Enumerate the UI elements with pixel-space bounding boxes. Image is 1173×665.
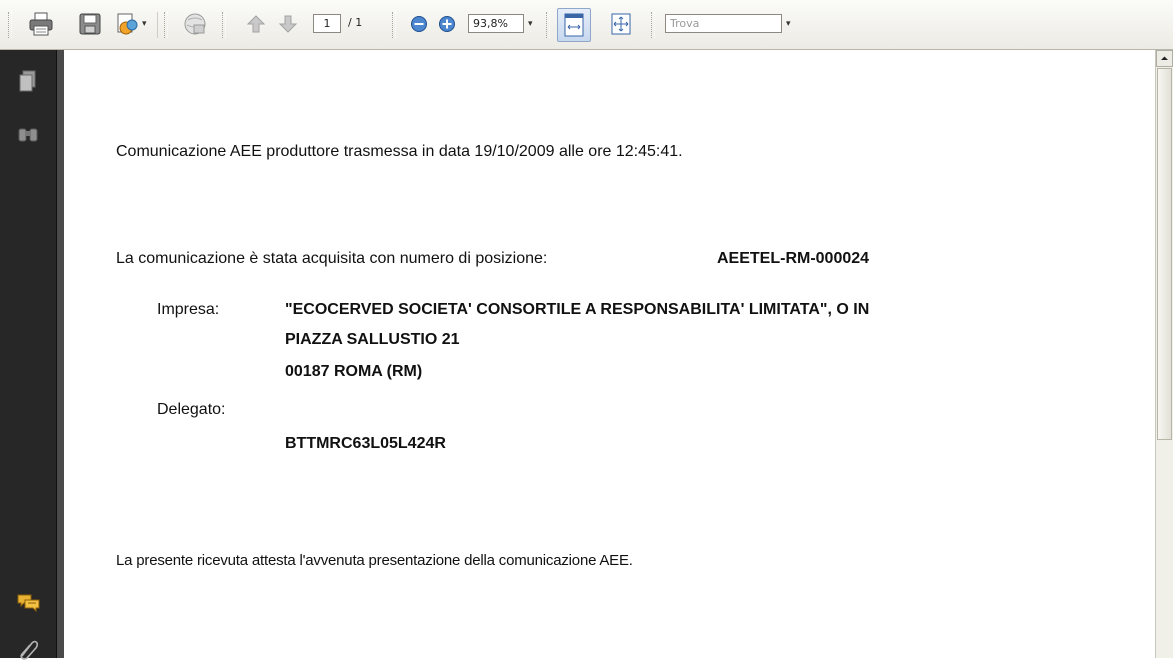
page-total-label: / 1 (348, 16, 363, 29)
receipt-footer-line: La presente ricevuta attesta l'avvenuta … (116, 552, 633, 569)
main-toolbar: ▾ 1 / 1 93,8% ▾ Trova ▾ (0, 0, 1173, 50)
zoom-in-icon[interactable] (438, 15, 456, 38)
arrow-down-icon[interactable] (277, 13, 299, 40)
navigation-panel-splitter[interactable] (56, 50, 64, 658)
zoom-dropdown-chevron-icon[interactable]: ▾ (528, 18, 533, 29)
fit-width-icon (564, 13, 584, 37)
vertical-scrollbar[interactable] (1155, 50, 1173, 658)
share-dropdown-chevron-icon[interactable]: ▾ (142, 18, 147, 29)
position-label: La comunicazione è stata acquisita con n… (116, 250, 548, 267)
impresa-address: PIAZZA SALLUSTIO 21 (285, 331, 460, 348)
find-input[interactable]: Trova (665, 14, 782, 33)
web-icon[interactable] (182, 11, 208, 42)
delegato-label: Delegato: (157, 401, 226, 418)
toolbar-grip[interactable] (8, 12, 12, 38)
comments-icon[interactable] (17, 592, 41, 619)
transmission-line: Comunicazione AEE produttore trasmessa i… (116, 143, 683, 160)
impresa-city: 00187 ROMA (RM) (285, 363, 423, 380)
fit-width-button[interactable] (557, 8, 591, 42)
paperclip-icon[interactable] (17, 638, 39, 665)
binoculars-icon[interactable] (17, 125, 39, 150)
navigation-panel (0, 50, 56, 660)
print-icon[interactable] (28, 11, 54, 42)
impresa-label: Impresa: (157, 301, 220, 318)
zoom-out-icon[interactable] (410, 15, 428, 38)
position-number: AEETEL-RM-000024 (717, 250, 870, 267)
document-page: Comunicazione AEE produttore trasmessa i… (64, 50, 1155, 658)
impresa-name: "ECOCERVED SOCIETA' CONSORTILE A RESPONS… (285, 301, 870, 318)
fit-page-icon[interactable] (608, 11, 634, 42)
save-icon[interactable] (78, 11, 102, 42)
page-number-input[interactable]: 1 (313, 14, 341, 33)
scroll-up-button[interactable] (1156, 50, 1173, 67)
delegato-code: BTTMRC63L05L424R (285, 435, 446, 452)
share-icon[interactable] (114, 11, 140, 42)
find-dropdown-chevron-icon[interactable]: ▾ (786, 18, 791, 29)
pages-icon[interactable] (17, 70, 39, 99)
zoom-input[interactable]: 93,8% (468, 14, 524, 33)
scroll-thumb[interactable] (1157, 68, 1172, 440)
chevron-up-icon (1161, 56, 1168, 60)
arrow-up-icon[interactable] (245, 13, 267, 40)
